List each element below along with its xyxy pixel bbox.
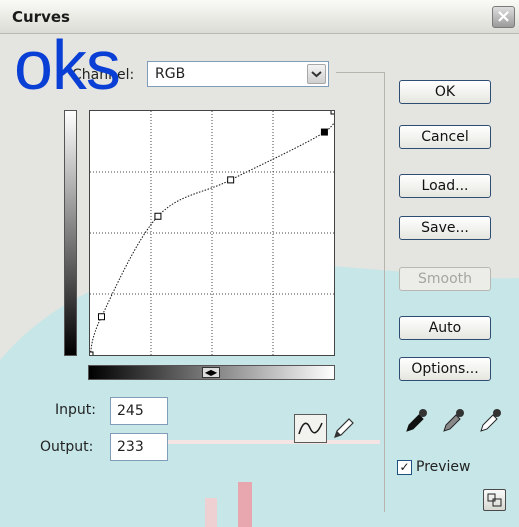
preview-checkbox[interactable]: ✓ [397, 460, 412, 475]
cancel-button[interactable]: Cancel [399, 125, 491, 149]
control-point[interactable] [227, 176, 235, 184]
curve-plot[interactable] [86, 107, 338, 359]
pencil-icon[interactable] [330, 414, 356, 442]
input-label: Input: [55, 402, 96, 418]
input-field[interactable]: 245 [110, 397, 168, 425]
selected-control-point[interactable] [320, 128, 328, 136]
black-eyedropper-icon[interactable] [403, 405, 429, 435]
white-eyedropper-icon[interactable] [477, 405, 503, 435]
control-point[interactable] [86, 351, 94, 359]
ok-button[interactable]: OK [399, 80, 491, 104]
control-point[interactable] [97, 313, 105, 321]
group-frame-top [336, 72, 384, 73]
gradient-toggle-icon[interactable]: ◀▶ [202, 367, 220, 378]
output-field[interactable]: 233 [110, 433, 168, 461]
options-button[interactable]: Options... [399, 357, 491, 381]
preview-label: Preview [416, 459, 471, 475]
channel-label: Channel: [72, 67, 135, 83]
output-label: Output: [40, 439, 94, 455]
save-button[interactable]: Save... [399, 216, 491, 240]
load-button[interactable]: Load... [399, 174, 491, 198]
chevron-down-icon[interactable] [307, 64, 326, 84]
gray-eyedropper-icon[interactable] [440, 405, 466, 435]
control-point[interactable] [154, 212, 162, 220]
auto-button[interactable]: Auto [399, 316, 491, 340]
input-gradient-bar: ◀▶ [88, 365, 335, 380]
channel-select[interactable]: RGB [147, 61, 329, 87]
title-bar: Curves × [0, 0, 519, 34]
smooth-button[interactable]: Smooth [399, 267, 491, 291]
close-icon[interactable]: × [492, 6, 515, 28]
group-frame-right [384, 72, 385, 512]
control-point[interactable] [330, 107, 338, 115]
window-title: Curves [12, 8, 70, 26]
output-gradient-bar [64, 110, 77, 356]
expand-icon[interactable] [483, 489, 506, 511]
curve-graph[interactable] [86, 107, 338, 359]
channel-value: RGB [155, 66, 186, 82]
curve-tool-icon[interactable] [294, 414, 327, 443]
